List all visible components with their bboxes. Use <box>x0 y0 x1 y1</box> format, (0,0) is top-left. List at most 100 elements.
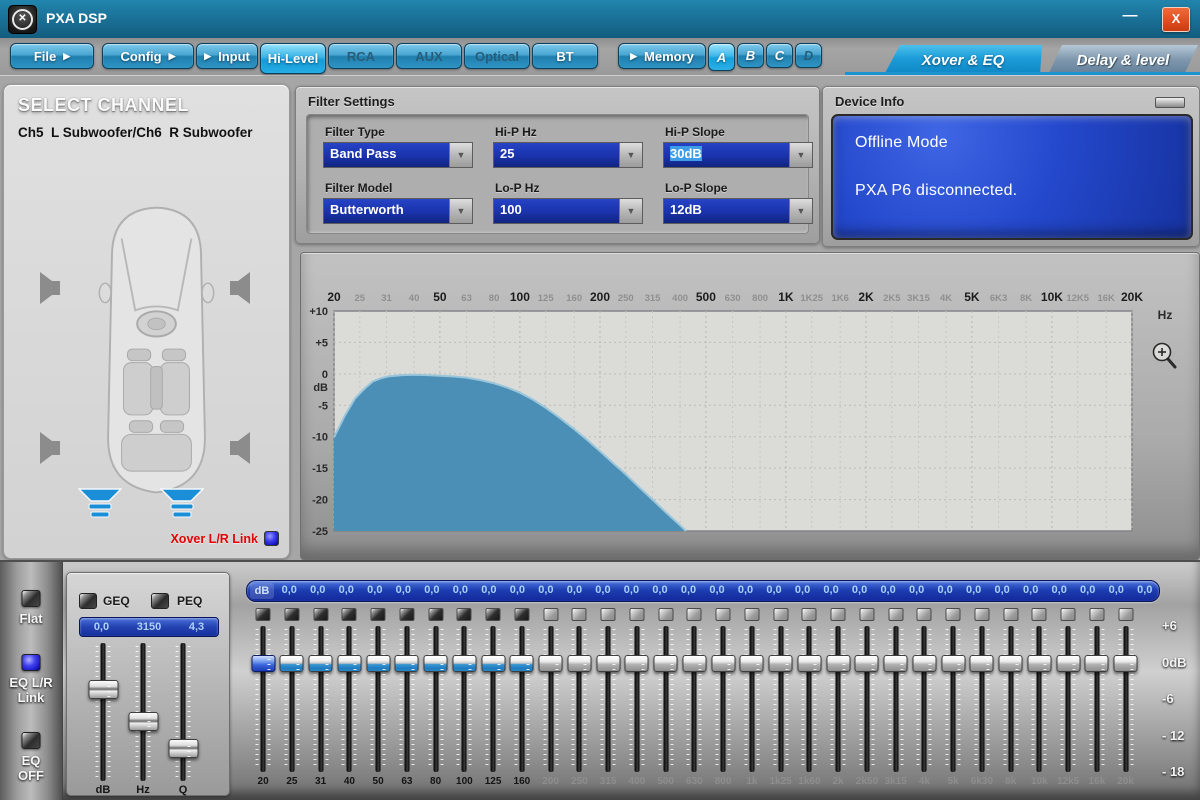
filter-type-dropdown[interactable]: Band Pass▼ <box>323 142 473 168</box>
eq-band-button-5k[interactable] <box>946 608 961 621</box>
eq-band-slider-1k[interactable] <box>749 626 754 772</box>
eq-band-slider-50[interactable] <box>376 626 381 772</box>
front-left-speaker-icon[interactable] <box>38 271 62 305</box>
config-menu-button[interactable]: Config ▶ <box>102 43 194 69</box>
eq-band-knob-3k15[interactable] <box>884 655 908 672</box>
eq-band-button-20k[interactable] <box>1118 608 1133 621</box>
eq-band-button-2k50[interactable] <box>859 608 874 621</box>
input-tab-hi-level[interactable]: Hi-Level <box>260 43 326 74</box>
eq-band-slider-1k60[interactable] <box>807 626 812 772</box>
eq-band-button-200[interactable] <box>543 608 558 621</box>
eq-band-knob-400[interactable] <box>625 655 649 672</box>
lo-p-slope-dropdown[interactable]: 12dB▼ <box>663 198 813 224</box>
eq-band-button-8k[interactable] <box>1003 608 1018 621</box>
eq-band-knob-1k25[interactable] <box>769 655 793 672</box>
front-right-speaker-icon[interactable] <box>228 271 252 305</box>
eq-band-knob-25[interactable] <box>280 655 304 672</box>
minimize-button[interactable]: — <box>1118 6 1142 28</box>
eq-band-slider-160[interactable] <box>519 626 524 772</box>
eq-band-slider-5k[interactable] <box>951 626 956 772</box>
eq-band-slider-20[interactable] <box>261 626 266 772</box>
eq-band-slider-315[interactable] <box>606 626 611 772</box>
input-tab-bt[interactable]: BT <box>532 43 598 69</box>
eq-band-slider-4k[interactable] <box>922 626 927 772</box>
left-subwoofer-icon[interactable] <box>78 487 122 521</box>
eq-band-knob-2k50[interactable] <box>855 655 879 672</box>
close-button[interactable]: X <box>1162 7 1190 32</box>
eq-band-knob-4k[interactable] <box>912 655 936 672</box>
eq-band-knob-200[interactable] <box>539 655 563 672</box>
eq-band-slider-63[interactable] <box>404 626 409 772</box>
eq-band-slider-200[interactable] <box>548 626 553 772</box>
input-section-button[interactable]: ▶ Input <box>196 43 258 69</box>
eq-band-slider-800[interactable] <box>721 626 726 772</box>
eq-band-slider-16k[interactable] <box>1094 626 1099 772</box>
input-tab-rca[interactable]: RCA <box>328 43 394 69</box>
eq-band-knob-500[interactable] <box>654 655 678 672</box>
eq-band-knob-1k60[interactable] <box>797 655 821 672</box>
eq-band-button-630[interactable] <box>687 608 702 621</box>
eq-band-knob-31[interactable] <box>309 655 333 672</box>
chevron-down-icon[interactable]: ▼ <box>789 143 812 167</box>
eq-band-button-1k[interactable] <box>744 608 759 621</box>
eq-band-slider-250[interactable] <box>577 626 582 772</box>
eq-band-button-400[interactable] <box>629 608 644 621</box>
eq-band-button-315[interactable] <box>601 608 616 621</box>
eq-band-slider-12k5[interactable] <box>1066 626 1071 772</box>
eq-band-button-100[interactable] <box>457 608 472 621</box>
chevron-down-icon[interactable]: ▼ <box>449 199 472 223</box>
memory-slot-b[interactable]: B <box>737 43 764 68</box>
eq-band-knob-6k30[interactable] <box>970 655 994 672</box>
eq-band-button-12k5[interactable] <box>1061 608 1076 621</box>
hi-p-slope-dropdown[interactable]: 30dB▼ <box>663 142 813 168</box>
rear-left-speaker-icon[interactable] <box>38 431 62 465</box>
eq-band-knob-20k[interactable] <box>1114 655 1138 672</box>
eq-band-slider-2k[interactable] <box>836 626 841 772</box>
eq-band-button-6k30[interactable] <box>974 608 989 621</box>
eq-band-knob-16k[interactable] <box>1085 655 1109 672</box>
eq-band-button-80[interactable] <box>428 608 443 621</box>
eq-band-slider-6k30[interactable] <box>979 626 984 772</box>
eq-band-button-25[interactable] <box>284 608 299 621</box>
memory-slot-c[interactable]: C <box>766 43 793 68</box>
zoom-in-icon[interactable] <box>1154 344 1176 368</box>
eq-band-slider-8k[interactable] <box>1008 626 1013 772</box>
eq-band-button-800[interactable] <box>716 608 731 621</box>
eq-band-slider-25[interactable] <box>289 626 294 772</box>
eq-band-slider-2k50[interactable] <box>864 626 869 772</box>
rear-right-speaker-icon[interactable] <box>228 431 252 465</box>
eq-band-knob-800[interactable] <box>711 655 735 672</box>
eq-band-button-20[interactable] <box>256 608 271 621</box>
eq-band-button-160[interactable] <box>514 608 529 621</box>
tab-xover-eq[interactable]: Xover & EQ <box>884 45 1042 75</box>
eq-band-button-3k15[interactable] <box>888 608 903 621</box>
input-tab-optical[interactable]: Optical <box>464 43 530 69</box>
chevron-down-icon[interactable]: ▼ <box>619 143 642 167</box>
hi-p-hz-dropdown[interactable]: 25▼ <box>493 142 643 168</box>
memory-slot-a[interactable]: A <box>708 43 735 71</box>
memory-section-button[interactable]: ▶ Memory <box>618 43 706 69</box>
eq-band-button-125[interactable] <box>486 608 501 621</box>
eq-band-knob-100[interactable] <box>452 655 476 672</box>
xover-lr-link-button[interactable] <box>264 531 279 546</box>
eq-band-slider-10k[interactable] <box>1037 626 1042 772</box>
collapse-dash-icon[interactable] <box>1155 97 1185 108</box>
eq-band-slider-400[interactable] <box>634 626 639 772</box>
eq-band-button-50[interactable] <box>371 608 386 621</box>
tab-delay-level[interactable]: Delay & level <box>1048 45 1198 75</box>
lo-p-hz-dropdown[interactable]: 100▼ <box>493 198 643 224</box>
eq-band-slider-80[interactable] <box>433 626 438 772</box>
eq-band-button-63[interactable] <box>399 608 414 621</box>
eq-band-knob-40[interactable] <box>337 655 361 672</box>
eq-band-slider-1k25[interactable] <box>778 626 783 772</box>
chevron-down-icon[interactable]: ▼ <box>789 199 812 223</box>
eq-band-slider-100[interactable] <box>462 626 467 772</box>
eq-band-slider-20k[interactable] <box>1123 626 1128 772</box>
eq-band-knob-125[interactable] <box>481 655 505 672</box>
eq-band-knob-1k[interactable] <box>740 655 764 672</box>
eq-band-knob-250[interactable] <box>567 655 591 672</box>
eq-band-knob-63[interactable] <box>395 655 419 672</box>
eq-band-slider-500[interactable] <box>663 626 668 772</box>
eq-band-knob-10k[interactable] <box>1027 655 1051 672</box>
eq-band-button-1k25[interactable] <box>773 608 788 621</box>
